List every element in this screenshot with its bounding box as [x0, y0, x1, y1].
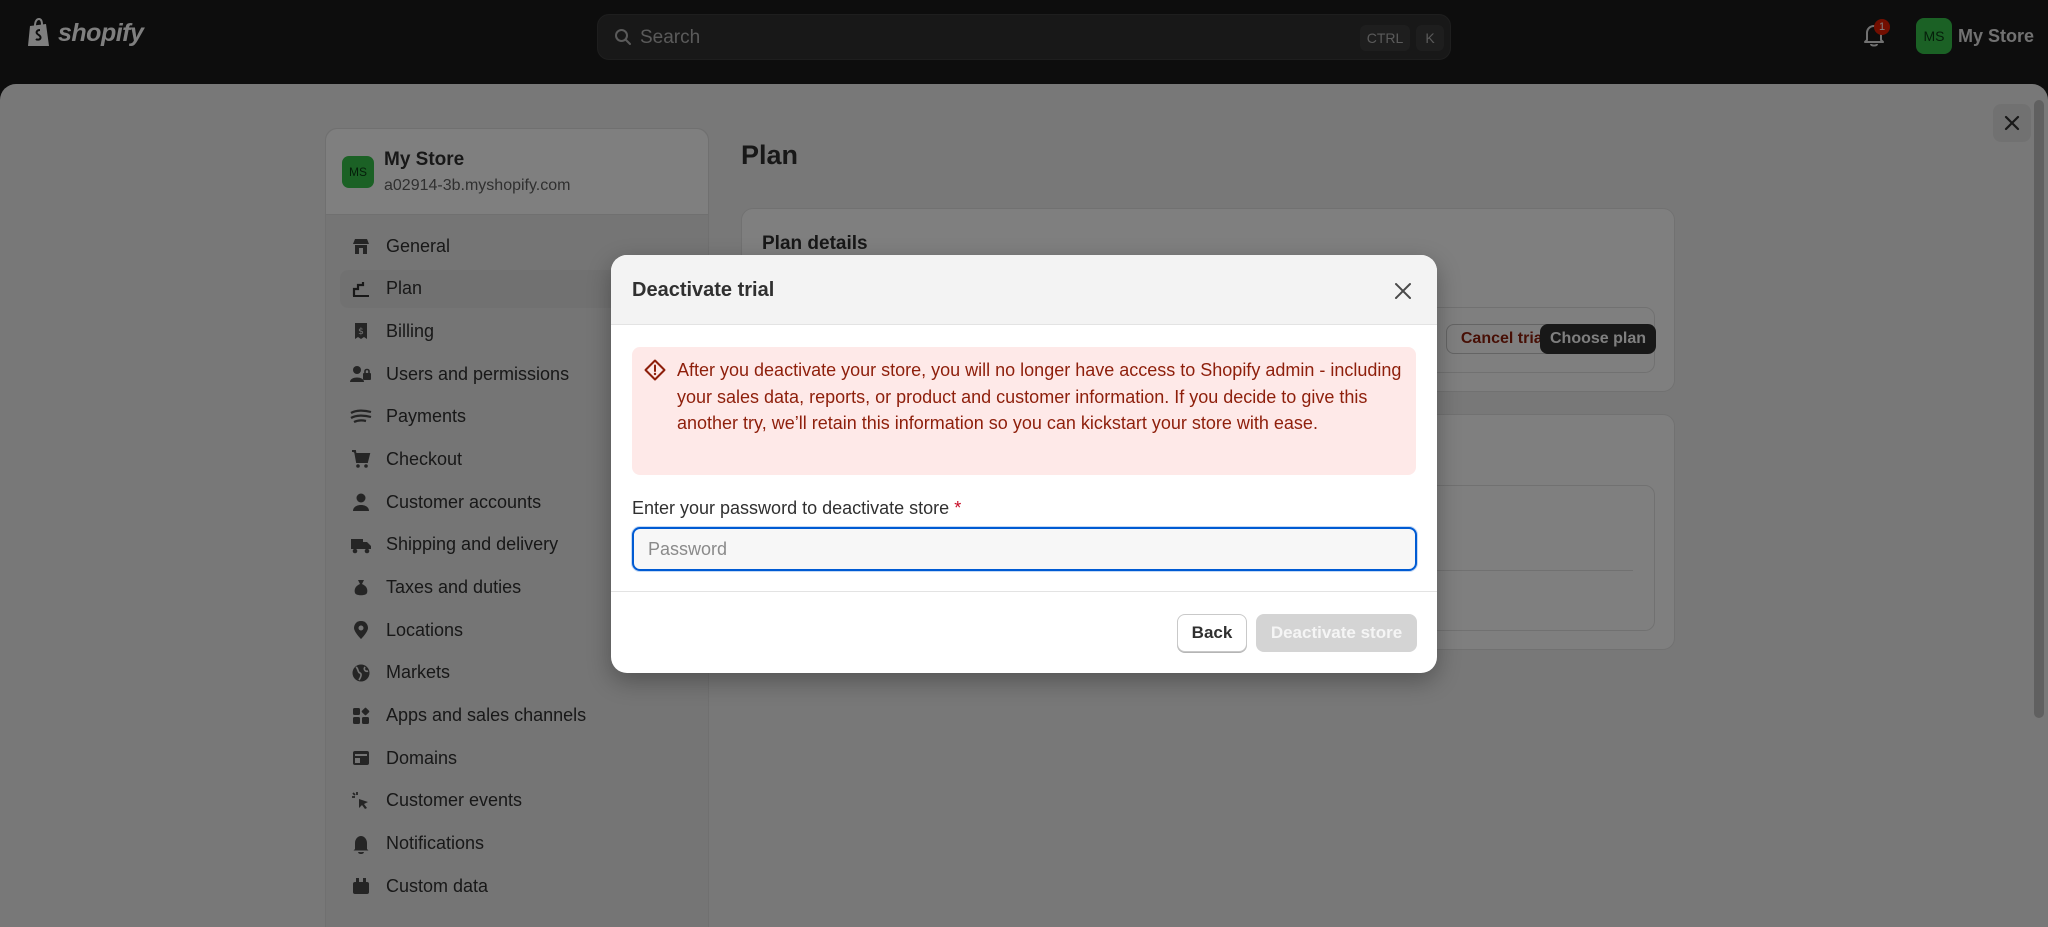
required-asterisk: * [954, 498, 962, 518]
warning-text: After you deactivate your store, you wil… [677, 360, 1402, 434]
critical-warning-banner: After you deactivate your store, you wil… [632, 347, 1416, 475]
modal-divider [611, 591, 1437, 592]
password-input[interactable] [632, 527, 1417, 571]
back-button[interactable]: Back [1177, 614, 1247, 652]
deactivate-store-button[interactable]: Deactivate store [1256, 614, 1417, 652]
modal-header: Deactivate trial [611, 255, 1437, 325]
modal-title: Deactivate trial [632, 279, 775, 301]
close-icon [1395, 283, 1411, 299]
modal-close-button[interactable] [1389, 277, 1417, 305]
alert-diamond-icon [644, 359, 666, 381]
password-label-text: Enter your password to deactivate store [632, 498, 950, 518]
deactivate-trial-modal: Deactivate trial After you deactivate yo… [611, 255, 1437, 673]
password-label: Enter your password to deactivate store … [632, 498, 961, 519]
